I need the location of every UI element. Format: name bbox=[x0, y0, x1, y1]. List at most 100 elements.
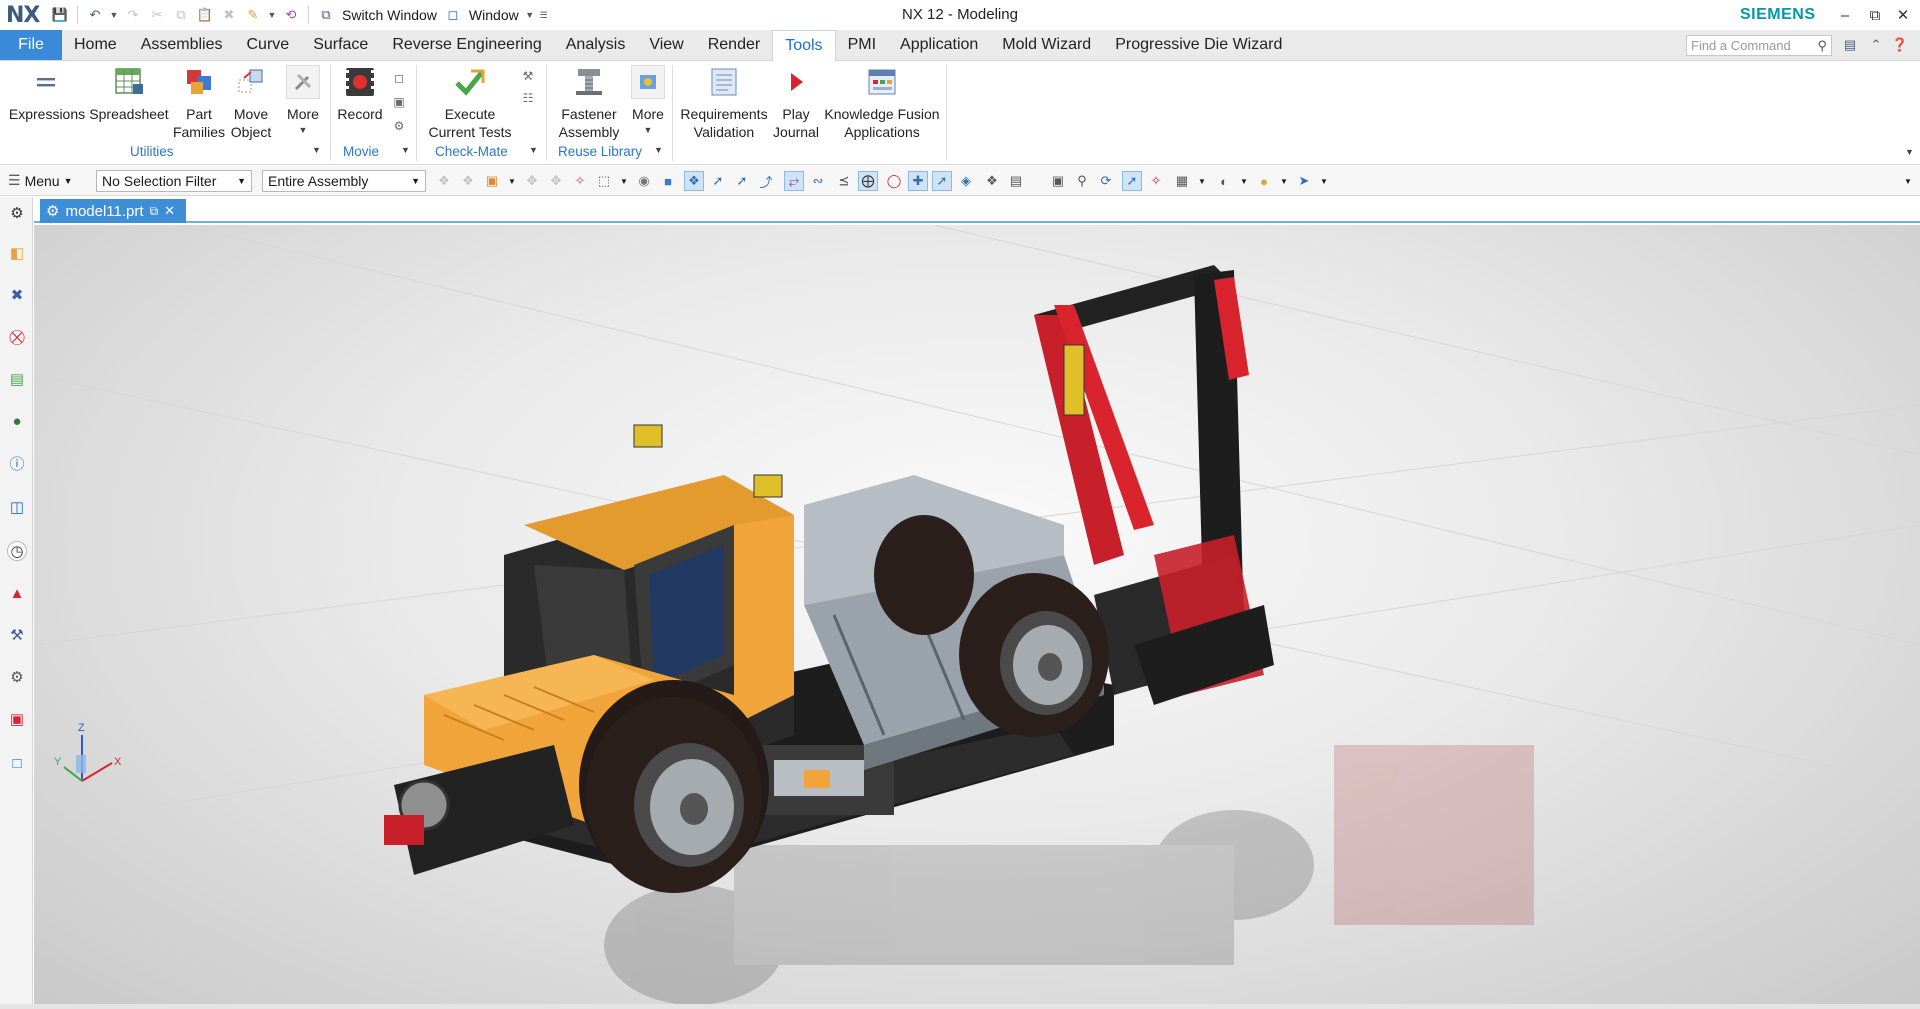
render-style-icon[interactable]: ◐ bbox=[1214, 171, 1234, 191]
tab-home[interactable]: Home bbox=[62, 30, 129, 60]
tab-analysis[interactable]: Analysis bbox=[554, 30, 638, 60]
web-browser-icon[interactable]: ⓘ bbox=[7, 453, 27, 473]
redo-icon[interactable]: ↷ bbox=[123, 5, 143, 25]
paste-icon[interactable]: 📋 bbox=[195, 5, 215, 25]
tab-assemblies[interactable]: Assemblies bbox=[129, 30, 235, 60]
process-studio-icon[interactable]: ⚒ bbox=[7, 625, 27, 645]
tab-view[interactable]: View bbox=[637, 30, 695, 60]
ribbon-options-icon[interactable]: ▤ bbox=[1840, 35, 1860, 55]
checkmate-results-icon[interactable]: ☷ bbox=[519, 89, 537, 107]
switch-window-icon[interactable]: ⧉ bbox=[316, 5, 336, 25]
wcs-icon[interactable]: ✧ bbox=[1146, 171, 1166, 191]
point-on-surface-icon[interactable]: ◈ bbox=[956, 171, 976, 191]
move-object-button[interactable]: Move Object bbox=[228, 65, 274, 141]
layers-icon[interactable]: ▦ bbox=[1172, 171, 1192, 191]
check-mate-group-dropdown-icon[interactable]: ▼ bbox=[529, 145, 538, 155]
utilities-more-button[interactable]: More ▼ bbox=[282, 65, 324, 139]
copy-icon[interactable]: ⧉ bbox=[171, 5, 191, 25]
document-tab[interactable]: ⚙ model11.prt ⧉ ✕ bbox=[40, 199, 186, 223]
window-icon[interactable]: ◻ bbox=[443, 5, 463, 25]
collapse-ribbon-icon[interactable]: ⌃ bbox=[1866, 35, 1886, 55]
minimize-button[interactable]: – bbox=[1830, 0, 1860, 30]
execute-current-tests-button[interactable]: Execute Current Tests bbox=[424, 65, 516, 141]
faceted-body-icon[interactable]: ❖ bbox=[458, 171, 478, 191]
orient-view-icon[interactable]: ➚ bbox=[1122, 171, 1142, 191]
help-icon[interactable]: ❓ bbox=[1890, 35, 1910, 55]
utilities-group-dropdown-icon[interactable]: ▼ bbox=[312, 145, 321, 155]
repeat-command-icon[interactable]: ✎ bbox=[243, 5, 263, 25]
touch-mode-icon[interactable]: ⟲ bbox=[281, 5, 301, 25]
tab-mold-wizard[interactable]: Mold Wizard bbox=[990, 30, 1103, 60]
tab-reverse-engineering[interactable]: Reverse Engineering bbox=[380, 30, 553, 60]
spreadsheet-button[interactable]: Spreadsheet bbox=[89, 65, 169, 123]
undock-icon[interactable]: ⧉ bbox=[150, 204, 159, 219]
general-object-icon[interactable]: ❖ bbox=[434, 171, 454, 191]
part-navigator-icon[interactable]: ⛒ bbox=[7, 327, 27, 347]
part-families-button[interactable]: Part Families bbox=[173, 65, 225, 141]
save-icon[interactable]: 💾 bbox=[50, 5, 70, 25]
select-feature-icon[interactable]: ▣ bbox=[482, 171, 502, 191]
restore-button[interactable]: ⧉ bbox=[1860, 0, 1890, 30]
nx-logo[interactable]: NX bbox=[0, 3, 50, 28]
tab-curve[interactable]: Curve bbox=[235, 30, 302, 60]
palettes-icon[interactable]: □ bbox=[7, 753, 27, 773]
rotate-icon[interactable]: ⟳ bbox=[1096, 171, 1116, 191]
system-materials-icon[interactable]: ▲ bbox=[7, 583, 27, 603]
tab-file[interactable]: File bbox=[0, 30, 62, 60]
checkmate-tools-icon[interactable]: ⚒ bbox=[519, 67, 537, 85]
expressions-button[interactable]: Expressions bbox=[9, 65, 85, 123]
tab-surface[interactable]: Surface bbox=[301, 30, 380, 60]
movie-group-dropdown-icon[interactable]: ▼ bbox=[401, 145, 410, 155]
zoom-icon[interactable]: ⚲ bbox=[1072, 171, 1092, 191]
switch-window-button[interactable]: Switch Window bbox=[340, 7, 439, 23]
body-filter-icon[interactable]: ◉ bbox=[634, 171, 654, 191]
circle-center-icon[interactable]: ⨁ bbox=[858, 171, 878, 191]
quadrant-point-icon[interactable]: ◯ bbox=[884, 171, 904, 191]
hd3d-tools-icon[interactable]: ● bbox=[7, 411, 27, 431]
reuse-library-icon[interactable]: ▤ bbox=[7, 369, 27, 389]
ribbon-expand-icon[interactable]: ▼ bbox=[1905, 147, 1914, 157]
chevron-down-icon[interactable]: ▼ bbox=[1314, 171, 1334, 191]
toolbar-overflow-icon[interactable]: ▼ bbox=[1898, 171, 1918, 191]
chevron-down-icon[interactable]: ▼ bbox=[1192, 171, 1212, 191]
resource-bar-settings-icon[interactable]: ⚙ bbox=[7, 203, 27, 223]
bounded-grid-icon[interactable]: ❖ bbox=[982, 171, 1002, 191]
snap-points-icon[interactable]: ❖ bbox=[684, 171, 704, 191]
solid-body-icon[interactable]: ■ bbox=[658, 171, 678, 191]
close-tab-icon[interactable]: ✕ bbox=[164, 203, 175, 219]
visibility-icon[interactable]: ➤ bbox=[1294, 171, 1314, 191]
control-point-icon[interactable]: ⤴ bbox=[756, 171, 776, 191]
undo-icon[interactable]: ↶ bbox=[85, 5, 105, 25]
cut-icon[interactable]: ✂ bbox=[147, 5, 167, 25]
movie-pause-icon[interactable]: ◻ bbox=[390, 69, 408, 87]
requirements-validation-button[interactable]: Requirements Validation bbox=[678, 65, 770, 141]
chevron-down-icon[interactable]: ▼ bbox=[1234, 171, 1254, 191]
repeat-command-dropdown-icon[interactable]: ▼ bbox=[267, 10, 277, 20]
intersection-point-icon[interactable]: ⥂ bbox=[784, 171, 804, 191]
mid-point-icon[interactable]: ➚ bbox=[732, 171, 752, 191]
roles-icon[interactable]: ▣ bbox=[7, 709, 27, 729]
existing-point-icon[interactable]: ✚ bbox=[908, 171, 928, 191]
reuse-library-group-dropdown-icon[interactable]: ▼ bbox=[654, 145, 663, 155]
deselect-icon[interactable]: ✥ bbox=[546, 171, 566, 191]
window-menu-button[interactable]: Window bbox=[467, 7, 521, 23]
customize-toolbar-icon[interactable]: ☰ bbox=[539, 10, 549, 21]
select-all-icon[interactable]: ✥ bbox=[522, 171, 542, 191]
movie-settings-icon[interactable]: ⚙ bbox=[390, 117, 408, 135]
chevron-down-icon[interactable]: ▼ bbox=[1274, 171, 1294, 191]
fastener-assembly-button[interactable]: Fastener Assembly bbox=[552, 65, 626, 141]
arc-center-icon[interactable]: ⪯ bbox=[834, 171, 854, 191]
curve-point-icon[interactable]: ∾ bbox=[808, 171, 828, 191]
menu-button[interactable]: ☰ Menu ▼ bbox=[8, 172, 73, 189]
assembly-navigator-icon[interactable]: ◧ bbox=[7, 243, 27, 263]
graphics-window[interactable]: Z X Y bbox=[34, 225, 1920, 1009]
window-dropdown-icon[interactable]: ▼ bbox=[525, 10, 535, 20]
movie-stop-icon[interactable]: ▣ bbox=[390, 93, 408, 111]
chevron-down-icon[interactable]: ▼ bbox=[614, 171, 634, 191]
point-on-curve-icon[interactable]: ➚ bbox=[932, 171, 952, 191]
history-icon[interactable]: ◫ bbox=[7, 497, 27, 517]
tab-application[interactable]: Application bbox=[888, 30, 990, 60]
constraint-navigator-icon[interactable]: ✖ bbox=[7, 285, 27, 305]
fit-view-icon[interactable]: ▣ bbox=[1048, 171, 1068, 191]
record-button[interactable]: Record bbox=[336, 65, 384, 123]
